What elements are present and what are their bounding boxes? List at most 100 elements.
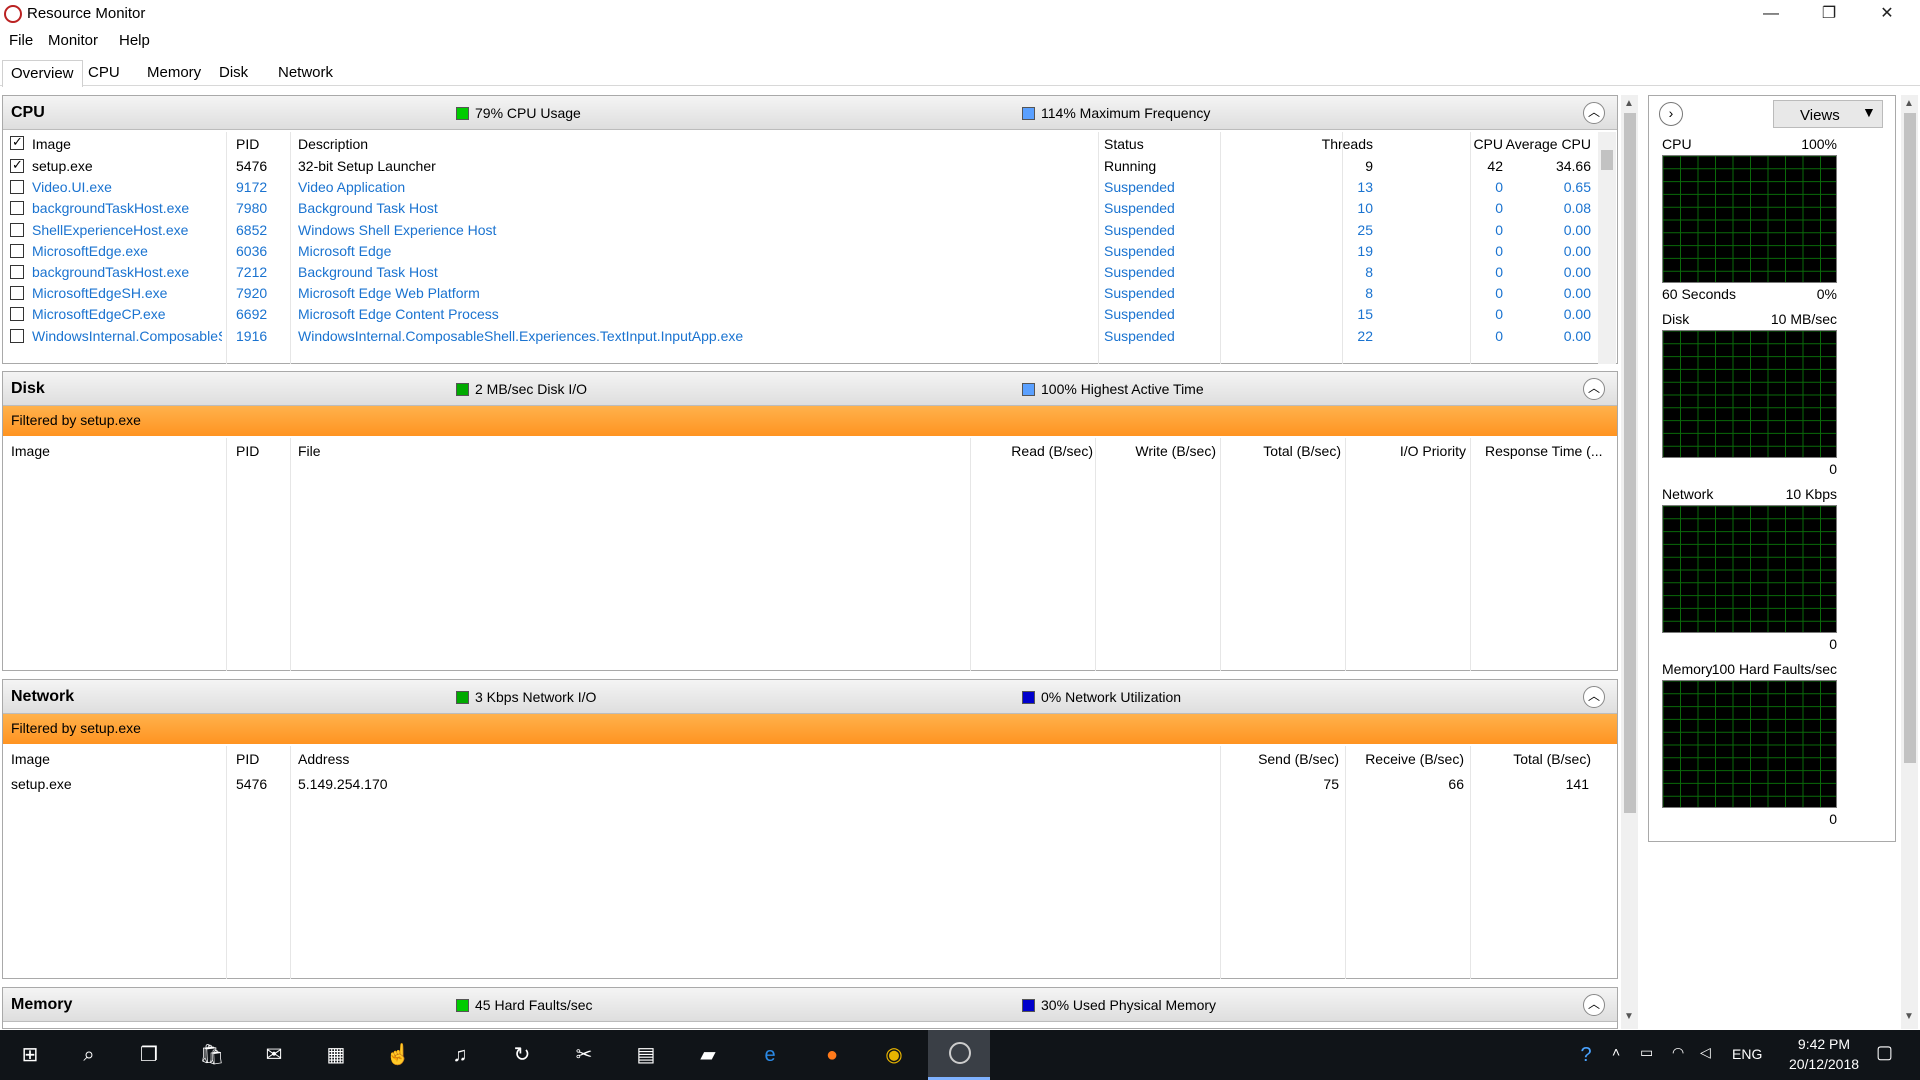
battery-icon[interactable]: ▭ (1640, 1044, 1653, 1061)
process-checkbox[interactable] (10, 222, 24, 237)
col-write[interactable]: Write (B/sec) (1116, 443, 1216, 459)
col-file[interactable]: File (298, 443, 321, 459)
help-icon[interactable]: ? (1572, 1041, 1600, 1069)
memory-section-header[interactable]: Memory 45 Hard Faults/sec 30% Used Physi… (3, 988, 1617, 1022)
col-image[interactable]: Image (11, 443, 50, 459)
main-scrollbar[interactable]: ▲ ▼ (1621, 95, 1638, 1029)
wifi-icon[interactable]: ◠ (1672, 1044, 1684, 1061)
tab-overview[interactable]: Overview (2, 60, 83, 87)
file-explorer-icon[interactable]: ▰ (694, 1041, 722, 1069)
edge-icon[interactable]: e (756, 1041, 784, 1069)
task-view-icon[interactable]: ❐ (135, 1041, 163, 1069)
clock-time[interactable]: 9:42 PM (1784, 1036, 1864, 1052)
process-description: Background Task Host (298, 200, 438, 217)
cpu-process-row[interactable]: WindowsInternal.ComposableS... 1916 Window… (3, 326, 1603, 347)
col-address[interactable]: Address (298, 751, 349, 767)
scroll-up-icon[interactable]: ▲ (1624, 98, 1634, 109)
process-checkbox[interactable] (10, 201, 24, 216)
cpu-process-row[interactable]: backgroundTaskHost.exe 7980 Background Tas… (3, 198, 1603, 219)
network-collapse-icon[interactable]: ︿ (1583, 686, 1605, 708)
language-indicator[interactable]: ENG (1732, 1046, 1762, 1062)
process-checkbox[interactable] (10, 180, 24, 195)
disk-section-header[interactable]: Disk 2 MB/sec Disk I/O 100% Highest Acti… (3, 372, 1617, 406)
process-checkbox[interactable] (10, 328, 24, 343)
col-receive[interactable]: Receive (B/sec) (1339, 751, 1464, 767)
menu-help[interactable]: Help (119, 32, 150, 49)
graph-title: Network (1662, 486, 1714, 502)
disk-collapse-icon[interactable]: ︿ (1583, 378, 1605, 400)
scrollbar-thumb[interactable] (1904, 113, 1916, 763)
notifications-icon[interactable]: ▢ (1876, 1042, 1893, 1063)
col-average-cpu[interactable]: Average CPU (1481, 136, 1591, 152)
scrollbar-thumb[interactable] (1624, 113, 1636, 813)
cpu-process-row[interactable]: setup.exe 5476 32-bit Setup Launcher Runnin… (3, 156, 1603, 177)
graph-min-label: 0 (1829, 636, 1837, 652)
cpu-process-row[interactable]: MicrosoftEdgeSH.exe 7920 Microsoft Edge We… (3, 283, 1603, 304)
resource-monitor-taskbar-button[interactable] (928, 1030, 990, 1080)
views-button[interactable]: Views ▼ (1773, 100, 1883, 128)
cpu-list-scrollbar[interactable] (1598, 132, 1616, 364)
expand-panel-icon[interactable]: › (1659, 102, 1683, 126)
cpu-process-row[interactable]: Video.UI.exe 9172 Video Application Suspend… (3, 177, 1603, 198)
cpu-process-row[interactable]: MicrosoftEdgeCP.exe 6692 Microsoft Edge Co… (3, 304, 1603, 325)
app-icon[interactable]: ✂ (570, 1041, 598, 1069)
mail-icon[interactable]: ✉ (260, 1041, 288, 1069)
cpu-section-header[interactable]: CPU 79% CPU Usage 114% Maximum Frequency… (3, 96, 1617, 130)
tab-cpu[interactable]: CPU (80, 60, 128, 86)
chrome-icon[interactable]: ◉ (880, 1041, 908, 1069)
col-send[interactable]: Send (B/sec) (1239, 751, 1339, 767)
process-checkbox[interactable] (10, 243, 24, 258)
scroll-down-icon[interactable]: ▼ (1624, 1011, 1634, 1022)
col-response-time[interactable]: Response Time (... (1485, 443, 1603, 459)
col-pid[interactable]: PID (236, 443, 259, 459)
col-image[interactable]: Image (32, 136, 71, 152)
scrollbar-thumb[interactable] (1601, 150, 1613, 170)
app-icon[interactable]: ▦ (322, 1041, 350, 1069)
menu-monitor[interactable]: Monitor (48, 32, 98, 49)
col-pid[interactable]: PID (236, 751, 259, 767)
col-pid[interactable]: PID (236, 136, 259, 152)
process-checkbox[interactable] (10, 286, 24, 301)
col-total[interactable]: Total (B/sec) (1481, 751, 1591, 767)
dropdown-arrow-icon[interactable]: ▼ (1862, 104, 1876, 120)
itunes-icon[interactable]: ♫ (446, 1041, 474, 1069)
cpu-process-row[interactable]: ShellExperienceHost.exe 6852 Windows Shell… (3, 220, 1603, 241)
chevron-up-icon[interactable]: ˄ (1612, 1044, 1620, 1060)
refresh-app-icon[interactable]: ↻ (508, 1041, 536, 1069)
cpu-collapse-icon[interactable]: ︿ (1583, 102, 1605, 124)
network-row[interactable]: setup.exe 5476 5.149.254.170 75 66 141 (3, 774, 1603, 795)
cpu-process-row[interactable]: backgroundTaskHost.exe 7212 Background Tas… (3, 262, 1603, 283)
tab-disk[interactable]: Disk (211, 60, 256, 86)
col-read[interactable]: Read (B/sec) (993, 443, 1093, 459)
close-button[interactable]: ✕ (1858, 0, 1916, 28)
app-icon[interactable]: ▤ (632, 1041, 660, 1069)
clock-date[interactable]: 20/12/2018 (1784, 1056, 1864, 1072)
start-windows-icon[interactable]: ⊞ (16, 1041, 44, 1069)
network-section-header[interactable]: Network 3 Kbps Network I/O 0% Network Ut… (3, 680, 1617, 714)
process-checkbox[interactable] (10, 307, 24, 322)
process-checkbox[interactable] (10, 157, 24, 173)
memory-collapse-icon[interactable]: ︿ (1583, 994, 1605, 1016)
col-description[interactable]: Description (298, 136, 368, 152)
tab-memory[interactable]: Memory (139, 60, 209, 86)
cpu-process-row[interactable]: MicrosoftEdge.exe 6036 Microsoft Edge Suspe… (3, 241, 1603, 262)
pointer-app-icon[interactable]: ☝ (384, 1041, 412, 1069)
col-status[interactable]: Status (1104, 136, 1144, 152)
scroll-up-icon[interactable]: ▲ (1904, 98, 1914, 109)
search-icon[interactable]: ⌕ (75, 1041, 103, 1069)
select-all-checkbox[interactable] (10, 134, 24, 150)
tab-network[interactable]: Network (270, 60, 341, 86)
col-total[interactable]: Total (B/sec) (1241, 443, 1341, 459)
scroll-down-icon[interactable]: ▼ (1904, 1011, 1914, 1022)
volume-icon[interactable]: ◁ (1700, 1044, 1711, 1061)
col-threads[interactable]: Threads (1273, 136, 1373, 152)
store-icon[interactable]: 🛍 (198, 1041, 226, 1069)
col-image[interactable]: Image (11, 751, 50, 767)
minimize-button[interactable]: — (1742, 0, 1800, 28)
firefox-icon[interactable]: ● (818, 1041, 846, 1069)
restore-button[interactable]: ❐ (1800, 0, 1858, 28)
graph-panel-scrollbar[interactable]: ▲ ▼ (1901, 95, 1918, 1029)
menu-file[interactable]: File (9, 32, 33, 49)
process-checkbox[interactable] (10, 265, 24, 279)
col-io-priority[interactable]: I/O Priority (1366, 443, 1466, 459)
